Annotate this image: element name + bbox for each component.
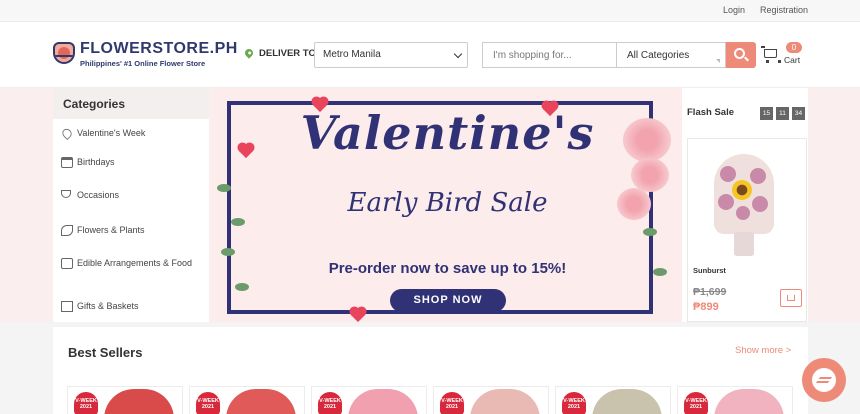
cart-button[interactable]: 0 Cart [761, 42, 806, 70]
sidebar-item-label: Birthdays [77, 157, 115, 167]
sidebar-item-label: Edible Arrangements & Food [77, 258, 193, 268]
product-image [104, 389, 174, 414]
top-utility-bar: Login Registration [0, 0, 860, 22]
flash-sale-title: Flash Sale [687, 107, 734, 118]
product-old-price: ₱1,699 [693, 286, 727, 298]
product-image [706, 144, 782, 258]
product-card[interactable]: V-WEEK 2021 [677, 386, 793, 414]
sidebar-item-label: Gifts & Baskets [77, 301, 139, 311]
location-pin-icon [243, 47, 255, 59]
flower-logo-icon [53, 42, 75, 64]
rose-decoration [631, 158, 669, 192]
v-week-badge: V-WEEK 2021 [562, 392, 586, 414]
product-image [348, 389, 418, 414]
register-link[interactable]: Registration [760, 5, 808, 15]
cart-icon [787, 295, 795, 301]
product-sale-price: ₱899 [693, 301, 719, 313]
chevron-down-icon [453, 49, 463, 59]
product-card[interactable]: V-WEEK 2021 [189, 386, 305, 414]
v-week-badge: V-WEEK 2021 [196, 392, 220, 414]
product-card[interactable]: V-WEEK 2021 [555, 386, 671, 414]
promo-banner[interactable]: Valentine's Early Bird Sale Pre-order no… [213, 88, 682, 322]
messenger-chat-button[interactable] [802, 358, 846, 402]
product-card[interactable]: V-WEEK 2021 [67, 386, 183, 414]
location-value: Metro Manila [323, 49, 381, 60]
heart-decoration [350, 307, 366, 322]
sunflower-image [732, 180, 752, 200]
dropdown-caret-icon [716, 59, 720, 63]
v-week-badge: V-WEEK 2021 [74, 392, 98, 414]
product-image [226, 389, 296, 414]
banner-promo-text: Pre-order now to save up to 15%! [328, 260, 567, 277]
v-week-badge: V-WEEK 2021 [318, 392, 342, 414]
location-select[interactable]: Metro Manila [314, 42, 468, 68]
category-select-value: All Categories [627, 50, 690, 61]
product-card[interactable]: V-WEEK 2021 [433, 386, 549, 414]
best-sellers-title: Best Sellers [68, 345, 143, 360]
deliver-to-label: DELIVER TO [259, 48, 316, 59]
basket-icon [61, 258, 73, 269]
cake-icon [61, 157, 73, 168]
v-week-badge: V-WEEK 2021 [684, 392, 708, 414]
search-button[interactable] [726, 42, 756, 68]
product-image [470, 389, 540, 414]
sidebar-item-label: Valentine's Week [77, 128, 146, 138]
v-week-badge: V-WEEK 2021 [440, 392, 464, 414]
cart-count-badge: 0 [786, 42, 802, 53]
flash-sale-panel: Flash Sale 15 11 34 Sunburst ₱1,699 ₱899 [682, 88, 808, 322]
timer-seconds: 34 [792, 107, 805, 120]
sidebar-item-label: Occasions [77, 190, 120, 200]
product-image [592, 389, 662, 414]
wine-glass-icon [61, 190, 71, 198]
sidebar-title: Categories [53, 88, 209, 119]
product-name: Sunburst [693, 266, 726, 275]
banner-headline: Valentine's [300, 106, 595, 160]
show-more-link[interactable]: Show more > [735, 345, 791, 356]
brand-name: FLOWERSTORE.PH [80, 40, 238, 57]
timer-hours: 15 [760, 107, 773, 120]
product-card[interactable]: V-WEEK 2021 [311, 386, 427, 414]
product-image [714, 389, 784, 414]
banner-subheadline: Early Bird Sale [347, 188, 548, 218]
category-select[interactable]: All Categories [616, 42, 726, 68]
plant-icon [61, 225, 73, 236]
cart-label: Cart [784, 55, 801, 65]
search-input[interactable]: I'm shopping for... [482, 42, 616, 68]
add-to-cart-button[interactable] [780, 289, 802, 307]
login-link[interactable]: Login [723, 5, 745, 15]
sidebar-item-label: Flowers & Plants [77, 225, 145, 235]
brand-tagline: Philippines' #1 Online Flower Store [80, 59, 206, 68]
timer-minutes: 11 [776, 107, 789, 120]
heart-icon [60, 126, 74, 141]
gift-icon [61, 301, 73, 312]
flash-sale-product-card[interactable]: Sunburst ₱1,699 ₱899 [687, 138, 807, 322]
category-sidebar: Categories Valentine's Week Birthdays Oc… [53, 88, 209, 322]
cart-icon [761, 46, 781, 63]
shop-now-button[interactable]: SHOP NOW [390, 289, 506, 312]
best-sellers-section: Best Sellers Show more > V-WEEK 2021 V-WE… [53, 327, 808, 414]
